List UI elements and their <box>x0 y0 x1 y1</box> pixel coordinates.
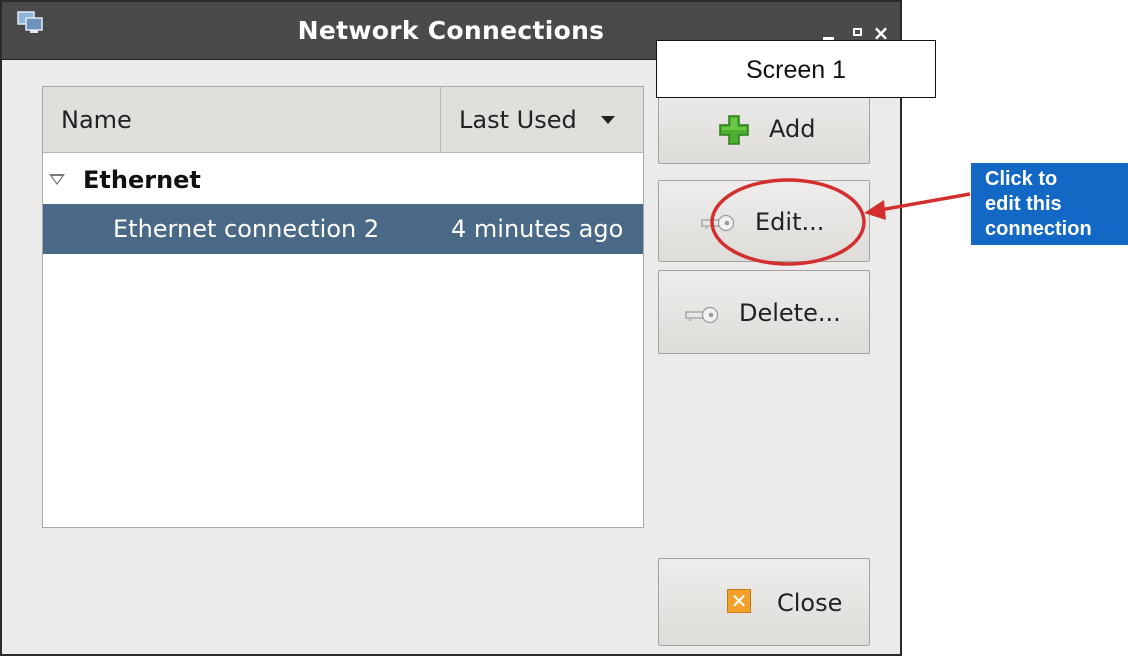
add-button-label: Add <box>769 115 816 143</box>
close-x-icon: ✕ <box>727 589 751 613</box>
delete-button-label: Delete... <box>739 299 841 327</box>
edit-button[interactable]: Edit... <box>658 180 870 262</box>
column-header-last-used[interactable]: Last Used <box>441 87 643 153</box>
edit-button-label: Edit... <box>755 208 825 236</box>
column-header-name[interactable]: Name <box>43 87 441 153</box>
sort-descending-icon <box>601 116 615 124</box>
callout-line-1: Click to <box>985 168 1058 190</box>
list-header: Name Last Used <box>43 87 643 153</box>
expander-triangle-icon[interactable] <box>49 174 65 185</box>
group-label: Ethernet <box>83 166 201 194</box>
connection-name: Ethernet connection 2 <box>113 215 380 243</box>
callout-line-2: edit this <box>985 193 1062 215</box>
close-button[interactable]: ✕ Close <box>658 558 870 646</box>
column-header-name-label: Name <box>61 106 132 134</box>
screen-label: Screen 1 <box>656 40 936 98</box>
callout-box: Click to edit this connection <box>971 163 1128 245</box>
close-button-label: Close <box>777 589 843 617</box>
key-icon <box>685 306 719 324</box>
delete-button[interactable]: Delete... <box>658 270 870 354</box>
connection-last-used: 4 minutes ago <box>451 215 624 243</box>
connection-row-selected[interactable]: Ethernet connection 2 4 minutes ago <box>43 204 643 254</box>
group-row-ethernet[interactable]: Ethernet <box>43 157 643 203</box>
connections-list[interactable]: Name Last Used Ethernet Ethernet connect… <box>42 86 644 528</box>
callout-line-3: connection <box>985 218 1092 240</box>
plus-icon <box>719 115 749 145</box>
column-header-last-used-label: Last Used <box>459 106 577 134</box>
key-icon <box>701 214 735 232</box>
